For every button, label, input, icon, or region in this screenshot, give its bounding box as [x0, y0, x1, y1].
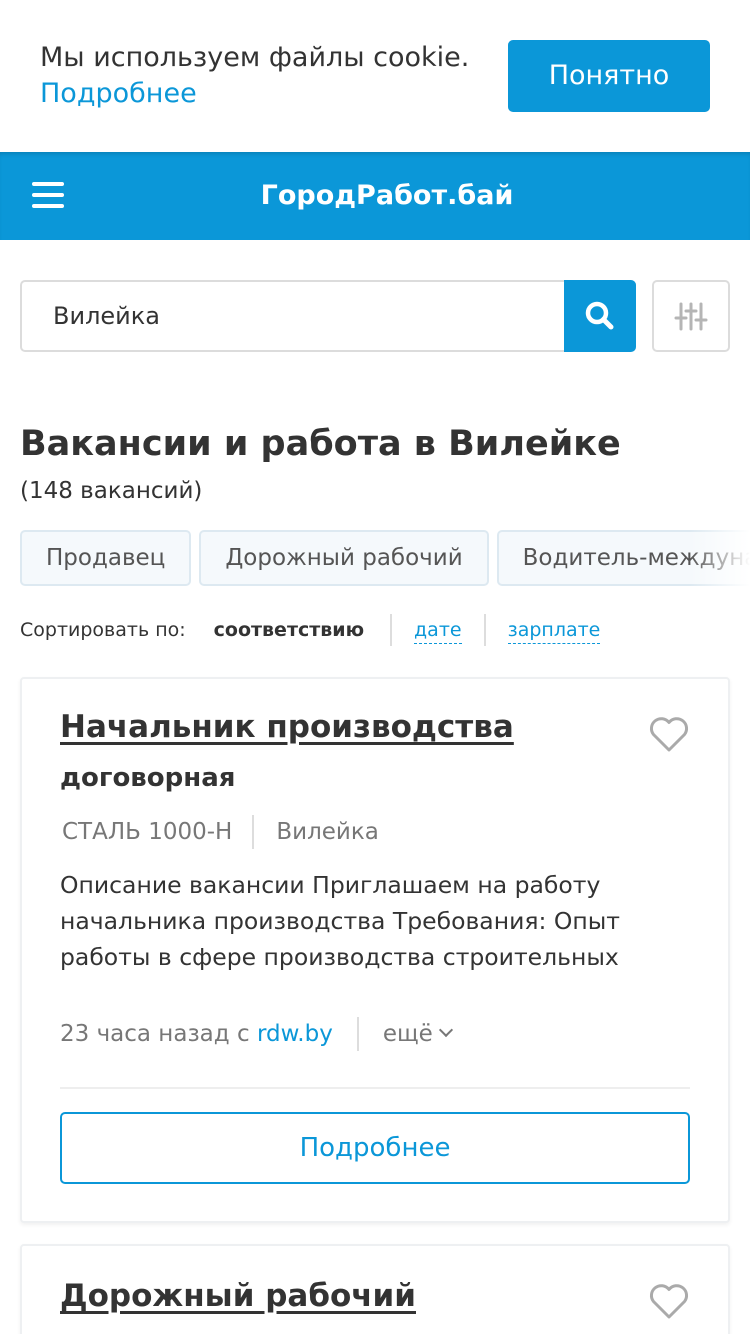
- vacancy-city: Вилейка: [276, 819, 379, 845]
- cookie-text-block: Мы используем файлы cookie. Подробнее: [40, 40, 480, 112]
- card-divider: [60, 1087, 690, 1089]
- page-title: Вакансии и работа в Вилейке: [20, 424, 621, 464]
- sort-relevance: соответствию: [214, 614, 393, 646]
- vacancy-footer: 23 часа назад с rdw.by ещё: [60, 1017, 453, 1051]
- posted-time: 23 часа назад с: [60, 1021, 250, 1047]
- cookie-more-link[interactable]: Подробнее: [40, 76, 480, 112]
- sort-salary-link[interactable]: зарплате: [507, 617, 601, 644]
- cookie-banner: Мы используем файлы cookie. Подробнее По…: [0, 0, 750, 152]
- cookie-message: Мы используем файлы cookie.: [40, 42, 470, 73]
- vacancy-salary: договорная: [60, 763, 236, 793]
- favorite-heart-icon[interactable]: [648, 1282, 690, 1320]
- vacancy-title-link[interactable]: Дорожный рабочий: [60, 1278, 416, 1314]
- chips-fade: [690, 530, 750, 586]
- vacancy-description: Описание вакансии Приглашаем на работу н…: [60, 871, 620, 971]
- related-queries: ПродавецДорожный рабочийВодитель-междуна…: [20, 530, 750, 586]
- site-logo[interactable]: ГородРабот.бай: [0, 152, 750, 240]
- sort-divider: [483, 614, 486, 646]
- search-icon: [585, 301, 614, 330]
- vacancy-count: (148 вакансий): [20, 478, 203, 504]
- favorite-heart-icon[interactable]: [648, 715, 690, 753]
- more-label: ещё: [382, 1021, 433, 1048]
- top-bar: ГородРабот.бай: [0, 152, 750, 240]
- vacancy-card: Начальник производства договорная СТАЛЬ …: [20, 677, 730, 1223]
- chip-road-worker[interactable]: Дорожный рабочий: [199, 530, 489, 586]
- filter-sliders-icon: [674, 302, 708, 331]
- vacancy-title-link[interactable]: Начальник производства: [60, 709, 514, 745]
- vacancy-meta: СТАЛЬ 1000-Н Вилейка: [62, 815, 379, 849]
- filter-button[interactable]: [652, 280, 730, 352]
- company-name: СТАЛЬ 1000-Н: [62, 815, 255, 849]
- sort-label: Сортировать по:: [20, 619, 186, 641]
- sort-date-link[interactable]: дате: [414, 617, 462, 644]
- cookie-accept-button[interactable]: Понятно: [508, 40, 710, 112]
- chevron-down-icon: [438, 1023, 453, 1038]
- more-toggle[interactable]: ещё: [382, 1021, 453, 1048]
- chip-seller[interactable]: Продавец: [20, 530, 192, 586]
- search-button[interactable]: [564, 280, 636, 352]
- vacancy-card: Дорожный рабочий: [20, 1244, 730, 1334]
- sort-bar: Сортировать по: соответствию дате зарплате: [20, 614, 601, 648]
- search-input[interactable]: Вилейка: [20, 280, 568, 352]
- details-button[interactable]: Подробнее: [60, 1112, 690, 1184]
- source-link[interactable]: rdw.by: [257, 1021, 333, 1047]
